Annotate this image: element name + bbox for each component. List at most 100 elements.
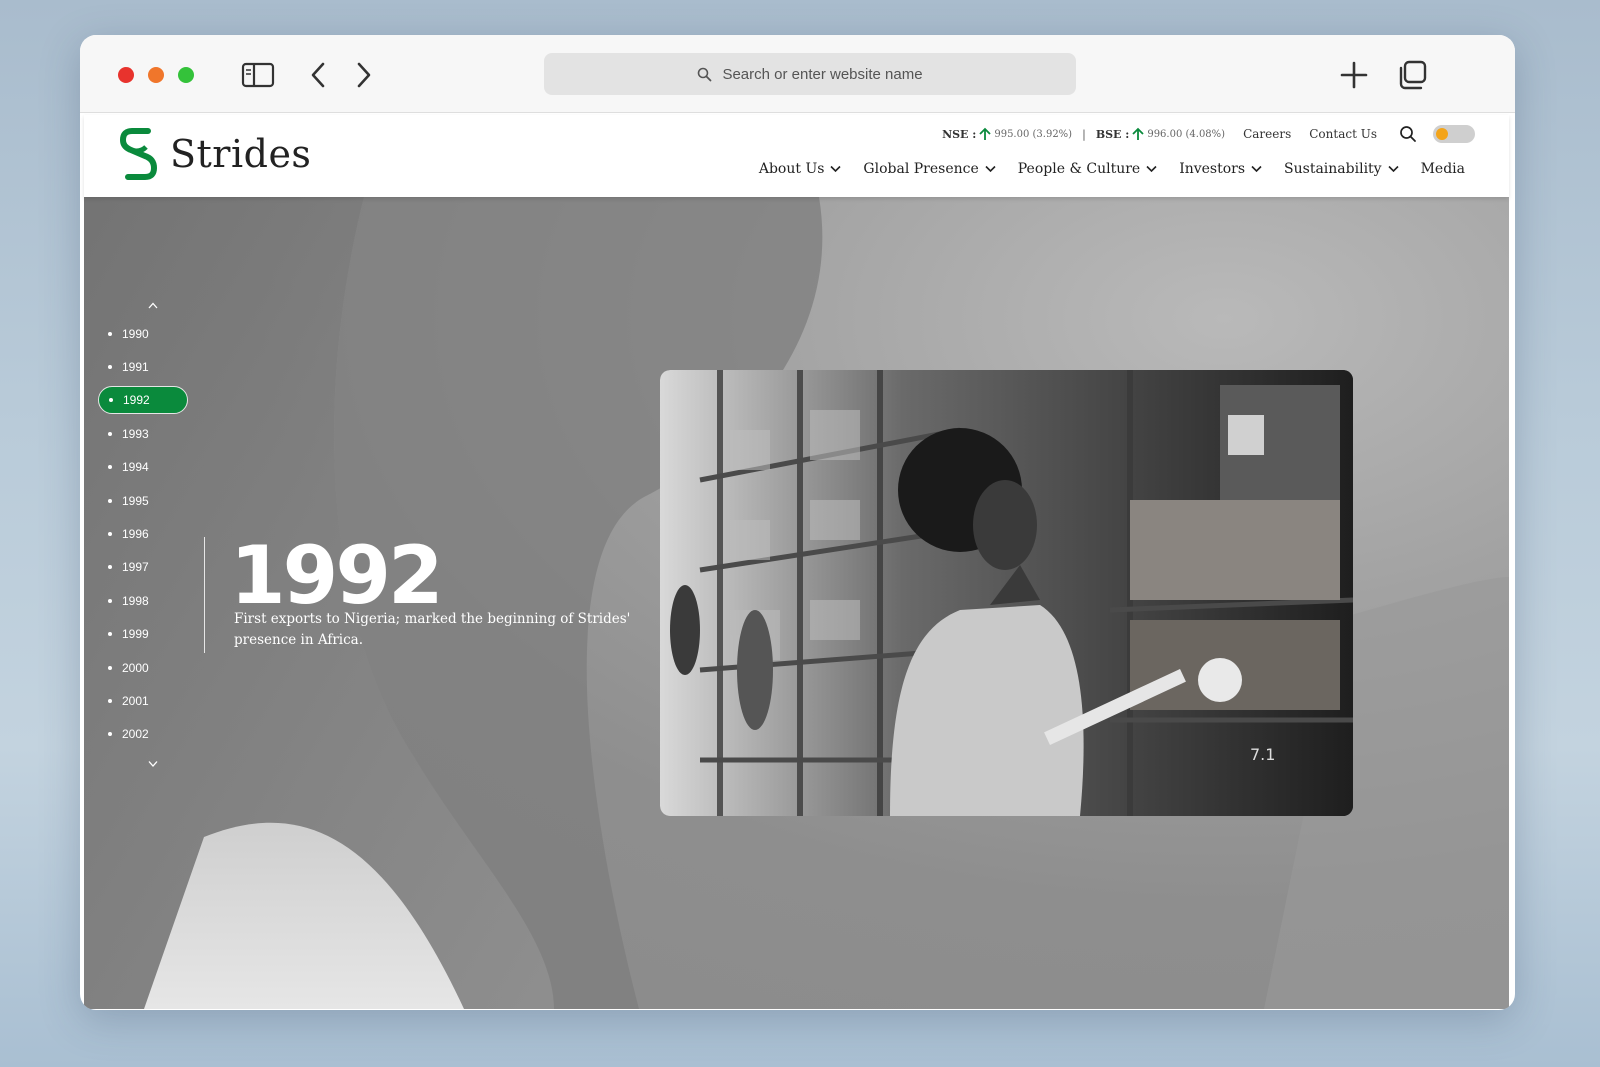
year-dot	[108, 598, 112, 603]
year-label: 1995	[122, 493, 149, 508]
year-dot	[108, 698, 112, 703]
search-icon[interactable]	[1399, 125, 1417, 143]
main-nav: About Us Global Presence People & Cultur…	[759, 161, 1465, 177]
top-utility-bar: NSE : 995.00 (3.92%) | BSE : 996.00 (4.0…	[942, 125, 1475, 143]
chevron-down-icon	[985, 165, 996, 173]
toggle-knob	[1436, 128, 1448, 140]
year-label: 1991	[122, 360, 149, 375]
year-label: 1996	[122, 527, 149, 542]
year-item-1992-active[interactable]: 1992	[98, 386, 188, 415]
year-item-1997[interactable]: 1997	[98, 551, 188, 584]
theme-toggle[interactable]	[1433, 125, 1475, 143]
chevron-left-icon[interactable]	[300, 57, 336, 93]
nav-global-presence[interactable]: Global Presence	[863, 161, 996, 177]
year-item-1994[interactable]: 1994	[98, 451, 188, 484]
year-label: 1993	[122, 426, 149, 441]
year-label: 1994	[122, 460, 149, 475]
year-label: 2001	[122, 693, 149, 708]
year-dot	[108, 465, 112, 470]
year-item-1990[interactable]: 1990	[98, 317, 188, 350]
timeline-up-button[interactable]	[138, 293, 168, 317]
site-header: Strides NSE : 995.00 (3.92%) | BSE : 996…	[84, 115, 1509, 197]
nav-label: Media	[1420, 161, 1465, 177]
bse-value: 996.00 (4.08%)	[1147, 128, 1226, 140]
year-item-1993[interactable]: 1993	[98, 417, 188, 450]
nav-label: About Us	[758, 161, 825, 177]
year-label: 2002	[122, 727, 149, 742]
nav-investors[interactable]: Investors	[1179, 161, 1262, 177]
close-window-button[interactable]	[118, 67, 134, 83]
site-logo[interactable]: Strides	[118, 125, 311, 183]
nav-label: Global Presence	[863, 161, 979, 177]
year-dot	[108, 431, 112, 436]
milestone-photo: 7.1	[660, 370, 1353, 816]
tabs-overview-icon[interactable]	[1394, 57, 1430, 93]
timeline-down-button[interactable]	[138, 751, 168, 775]
plus-icon[interactable]	[1336, 57, 1372, 93]
year-timeline: 1990 1991 1992 1993 1994 1995 1996 1997 …	[98, 293, 208, 775]
chevron-down-icon	[830, 165, 841, 173]
year-dot	[108, 565, 112, 570]
strides-logo-icon	[120, 128, 157, 180]
arrow-up-icon	[979, 127, 991, 140]
nse-ticker: NSE : 995.00 (3.92%)	[942, 127, 1072, 141]
nav-label: People & Culture	[1017, 161, 1141, 177]
year-item-1995[interactable]: 1995	[98, 484, 188, 517]
sidebar-icon[interactable]	[240, 57, 276, 93]
minimize-window-button[interactable]	[148, 67, 164, 83]
year-label: 1990	[122, 326, 149, 341]
year-dot	[108, 632, 112, 637]
year-dot	[108, 732, 112, 737]
chevron-up-icon	[148, 302, 158, 308]
bse-ticker: BSE : 996.00 (4.08%)	[1096, 127, 1225, 141]
bse-label: BSE :	[1095, 127, 1130, 141]
year-label: 1998	[122, 593, 149, 608]
ticker-separator: |	[1082, 127, 1086, 141]
nav-sustainability[interactable]: Sustainability	[1284, 161, 1399, 177]
year-item-1996[interactable]: 1996	[98, 517, 188, 550]
year-label: 1997	[122, 560, 149, 575]
address-placeholder: Search or enter website name	[722, 65, 923, 83]
year-dot	[108, 498, 112, 503]
year-item-1998[interactable]: 1998	[98, 584, 188, 617]
logo-text: Strides	[170, 132, 312, 176]
year-dot	[108, 365, 112, 370]
contact-us-link[interactable]: Contact Us	[1309, 127, 1377, 141]
nse-value: 995.00 (3.92%)	[994, 128, 1073, 140]
nav-media[interactable]: Media	[1421, 161, 1465, 177]
nav-label: Investors	[1179, 161, 1246, 177]
milestone-description: First exports to Nigeria; marked the beg…	[234, 611, 631, 648]
year-dot	[109, 398, 113, 403]
year-item-2001[interactable]: 2001	[98, 684, 188, 717]
chevron-down-icon	[1388, 165, 1399, 173]
chevron-down-icon	[148, 760, 158, 767]
nav-about-us[interactable]: About Us	[759, 161, 842, 177]
year-label: 1992	[123, 393, 150, 408]
warehouse-worker-image: 7.1	[660, 370, 1353, 816]
browser-window: Search or enter website name Strides NSE…	[80, 35, 1515, 1010]
year-dot	[108, 532, 112, 537]
chevron-down-icon	[1146, 165, 1157, 173]
browser-toolbar: Search or enter website name	[80, 35, 1515, 113]
year-item-2002[interactable]: 2002	[98, 718, 188, 751]
nav-label: Sustainability	[1284, 161, 1382, 177]
svg-text:7.1: 7.1	[1250, 745, 1275, 764]
search-icon	[698, 67, 712, 81]
nse-label: NSE :	[942, 127, 977, 141]
year-item-1991[interactable]: 1991	[98, 350, 188, 383]
year-label: 2000	[122, 660, 149, 675]
timeline-hero: 1990 1991 1992 1993 1994 1995 1996 1997 …	[84, 197, 1509, 1009]
maximize-window-button[interactable]	[178, 67, 194, 83]
milestone-divider	[204, 537, 205, 653]
year-label: 1999	[122, 627, 149, 642]
year-item-2000[interactable]: 2000	[98, 651, 188, 684]
year-item-1999[interactable]: 1999	[98, 618, 188, 651]
chevron-right-icon[interactable]	[346, 57, 382, 93]
careers-link[interactable]: Careers	[1243, 127, 1291, 141]
address-bar[interactable]: Search or enter website name	[544, 53, 1076, 95]
chevron-down-icon	[1251, 165, 1262, 173]
arrow-up-icon	[1132, 127, 1144, 140]
nav-people-culture[interactable]: People & Culture	[1018, 161, 1157, 177]
year-dot	[108, 331, 112, 336]
year-dot	[108, 665, 112, 670]
